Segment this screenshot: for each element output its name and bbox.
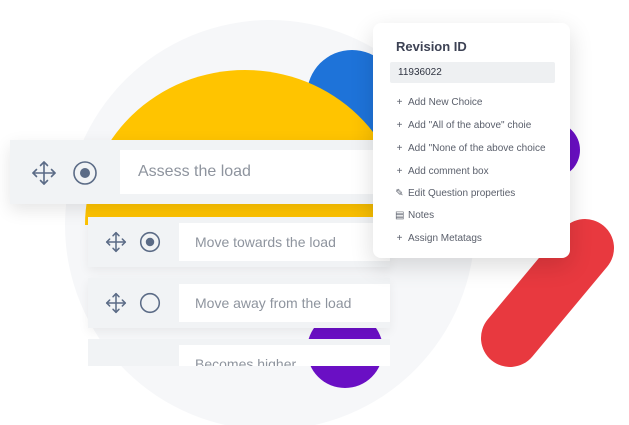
menu-item-assign-metatags[interactable]: + Assign Metatags (395, 233, 482, 244)
question-card: Assess the load (10, 140, 393, 204)
menu-item-label: Assign Metatags (408, 233, 482, 244)
menu-item-label: Add "None of the above choice (408, 143, 546, 154)
menu-item-label: Edit Question properties (408, 188, 516, 199)
radio-selected-icon[interactable] (139, 231, 161, 253)
question-text-field[interactable]: Assess the load (120, 150, 393, 194)
menu-item-add-none-of-the-above[interactable]: + Add "None of the above choice (395, 143, 575, 154)
choice-row: Move away from the load (88, 278, 390, 328)
menu-item-notes[interactable]: ▤ Notes (395, 210, 434, 221)
menu-item-add-all-of-the-above[interactable]: + Add "All of the above" choie (395, 120, 532, 131)
choice-row: Becomes higher (88, 339, 390, 366)
move-icon[interactable] (105, 231, 127, 253)
move-icon[interactable] (105, 292, 127, 314)
pencil-icon: ✎ (395, 188, 404, 199)
choice-text-field[interactable]: Move towards the load (179, 223, 390, 261)
plus-icon: + (396, 120, 403, 131)
choice-row: Move towards the load (88, 217, 390, 267)
menu-title: Revision ID (396, 39, 467, 54)
red-bar (481, 219, 614, 367)
choice-text-field[interactable]: Becomes higher (179, 345, 390, 366)
plus-icon: + (396, 97, 403, 108)
menu-item-add-comment-box[interactable]: + Add comment box (395, 166, 489, 177)
menu-item-label: Notes (408, 210, 435, 221)
menu-item-add-new-choice[interactable]: + Add New Choice (395, 97, 483, 108)
radio-unselected-icon[interactable] (139, 292, 161, 314)
plus-icon: + (396, 143, 403, 154)
menu-item-label: Add New Choice (408, 97, 483, 108)
context-menu: Revision ID 11936022 + Add New Choice + … (373, 23, 570, 258)
radio-selected-icon[interactable] (72, 160, 98, 186)
menu-item-edit-question-properties[interactable]: ✎ Edit Question properties (395, 188, 515, 199)
plus-icon: + (396, 166, 403, 177)
plus-icon: + (396, 233, 403, 244)
menu-item-label: Add comment box (408, 166, 489, 177)
choice-text-field[interactable]: Move away from the load (179, 284, 390, 322)
revision-id-field[interactable]: 11936022 (390, 62, 555, 83)
menu-item-label: Add "All of the above" choie (408, 120, 532, 131)
move-icon[interactable] (31, 160, 57, 186)
choice-row-partial: Becomes higher (88, 339, 390, 366)
notes-icon: ▤ (395, 210, 405, 221)
